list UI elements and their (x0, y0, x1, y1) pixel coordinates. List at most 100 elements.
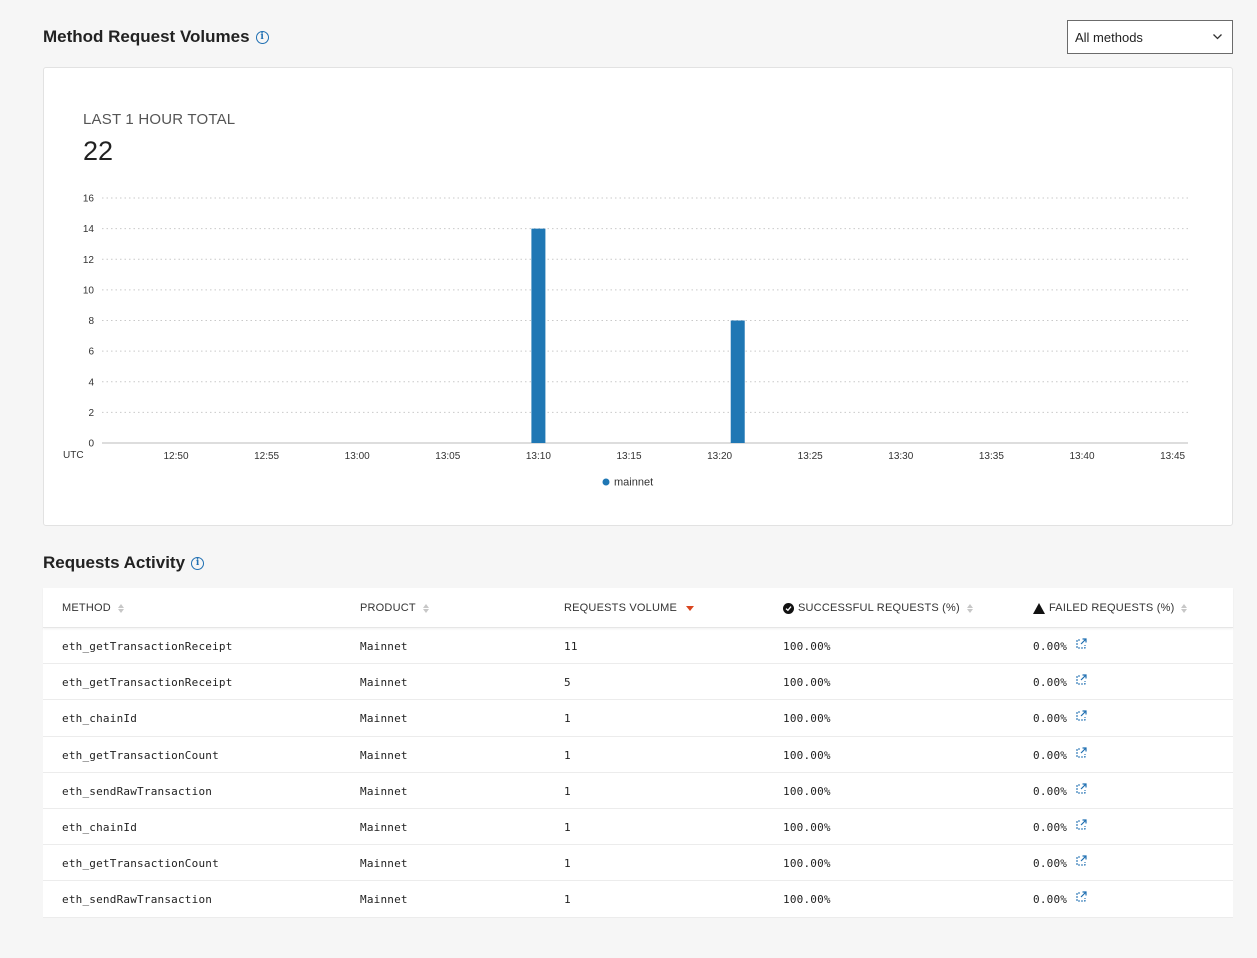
y-tick-label: 12 (83, 255, 95, 266)
method-cell: eth_getTransactionCount (62, 748, 219, 762)
column-header-method[interactable]: METHOD (62, 602, 124, 614)
column-label: FAILED REQUESTS (%) (1049, 602, 1175, 614)
external-link-icon[interactable] (1075, 783, 1087, 795)
column-label: SUCCESSFUL REQUESTS (%) (798, 602, 960, 614)
bar (730, 320, 745, 443)
failed-cell: 0.00% (1033, 784, 1068, 798)
volume-cell: 11 (564, 640, 578, 653)
table-header: METHOD PRODUCT REQUESTS VOLUME SUCCESSFU… (43, 588, 1233, 628)
column-header-success[interactable]: SUCCESSFUL REQUESTS (%) (783, 602, 973, 614)
product-cell: Mainnet (360, 712, 408, 726)
method-cell: eth_getTransactionCount (62, 857, 219, 871)
product-cell: Mainnet (360, 857, 408, 871)
requests-table: METHOD PRODUCT REQUESTS VOLUME SUCCESSFU… (43, 588, 1233, 918)
table-row[interactable]: eth_sendRawTransaction Mainnet 1 100.00% 0.0… (43, 881, 1233, 918)
method-cell: eth_chainId (62, 820, 138, 834)
volume-cell: 1 (564, 712, 571, 726)
methods-filter-value: All methods (1075, 29, 1143, 45)
product-cell: Mainnet (360, 676, 408, 690)
x-tick-label: 13:40 (1069, 451, 1094, 462)
failed-cell: 0.00% (1033, 712, 1068, 726)
failed-cell: 0.00% (1033, 640, 1068, 653)
success-cell: 100.00% (783, 784, 831, 798)
success-cell: 100.00% (783, 676, 831, 690)
column-header-product[interactable]: PRODUCT (360, 602, 429, 614)
volume-cell: 1 (564, 857, 571, 871)
success-cell: 100.00% (783, 857, 831, 871)
column-header-failed[interactable]: FAILED REQUESTS (%) (1033, 602, 1188, 614)
column-label: REQUESTS VOLUME (564, 602, 678, 614)
y-tick-label: 16 (83, 194, 95, 205)
volumes-title-text: Method Request Volumes (43, 27, 250, 46)
external-link-icon[interactable] (1075, 819, 1087, 831)
external-link-icon[interactable] (1075, 891, 1087, 903)
chevron-down-icon (1213, 34, 1222, 40)
product-cell: Mainnet (360, 748, 408, 762)
x-tick-label: 13:35 (979, 451, 1004, 462)
volume-cell: 1 (564, 748, 571, 762)
table-row[interactable]: eth_getTransactionCount Mainnet 1 100.00% 0.… (43, 845, 1233, 882)
volume-cell: 1 (564, 784, 571, 798)
table-row[interactable]: eth_getTransactionReceipt Mainnet 11 100.00… (43, 628, 1233, 665)
x-tick-label: 13:20 (707, 451, 732, 462)
success-cell: 100.00% (783, 748, 831, 762)
warning-icon (1033, 602, 1045, 614)
table-row[interactable]: eth_getTransactionReceipt Mainnet 5 100.00%… (43, 664, 1233, 701)
bar (531, 228, 546, 443)
x-tick-label: 13:05 (435, 451, 460, 462)
volume-chart: 0 2 4 6 8 10 12 14 16 UTC 12:50 12:55 13:00 13:05 13:1… (63, 194, 1188, 489)
sort-icon (117, 603, 124, 613)
table-row[interactable]: eth_sendRawTransaction Mainnet 1 100.00% 0.0… (43, 773, 1233, 809)
success-cell: 100.00% (783, 893, 831, 907)
column-header-volume[interactable]: REQUESTS VOLUME (564, 602, 695, 614)
info-icon[interactable]: i (191, 556, 205, 570)
external-link-icon[interactable] (1075, 638, 1087, 650)
sort-icon (1181, 603, 1188, 613)
y-tick-label: 6 (88, 347, 94, 358)
success-cell: 100.00% (783, 820, 831, 834)
x-axis-label: UTC (63, 450, 84, 461)
activity-title: Requests Activity i (43, 553, 205, 573)
external-link-icon[interactable] (1075, 710, 1087, 722)
success-cell: 100.00% (783, 640, 831, 653)
volume-cell: 1 (564, 893, 571, 907)
x-tick-label: 13:10 (526, 451, 551, 462)
y-tick-label: 0 (88, 439, 94, 450)
failed-cell: 0.00% (1033, 857, 1068, 871)
product-cell: Mainnet (360, 784, 408, 798)
table-body: eth_getTransactionReceipt Mainnet 11 100.00… (43, 628, 1233, 918)
info-icon[interactable]: i (255, 30, 269, 44)
x-tick-label: 13:45 (1160, 451, 1185, 462)
sort-icon (422, 603, 429, 613)
table-row[interactable]: eth_chainId Mainnet 1 100.00% 0.00% (43, 700, 1233, 737)
product-cell: Mainnet (360, 640, 408, 653)
failed-cell: 0.00% (1033, 820, 1068, 834)
method-cell: eth_getTransactionReceipt (62, 676, 233, 690)
x-tick-label: 12:50 (163, 451, 188, 462)
external-link-icon[interactable] (1075, 746, 1087, 759)
table-row[interactable]: eth_getTransactionCount Mainnet 1 100.00% 0.… (43, 737, 1233, 773)
volume-cell: 5 (564, 676, 571, 690)
table-row[interactable]: eth_chainId Mainnet 1 100.00% 0.00% (43, 809, 1233, 846)
success-cell: 100.00% (783, 712, 831, 726)
y-tick-label: 8 (88, 316, 94, 327)
legend-marker (602, 478, 610, 486)
product-cell: Mainnet (360, 820, 408, 834)
external-link-icon[interactable] (1075, 855, 1087, 867)
activity-title-text: Requests Activity (43, 553, 186, 572)
sort-desc-icon (686, 605, 695, 611)
volume-chart-card: LAST 1 HOUR TOTAL 22 0 2 4 6 8 10 12 14 16 UTC 12:… (43, 67, 1233, 526)
method-cell: eth_sendRawTransaction (62, 893, 213, 907)
check-circle-icon (783, 602, 794, 614)
legend-label: mainnet (614, 477, 653, 489)
external-link-icon[interactable] (1075, 674, 1087, 686)
failed-cell: 0.00% (1033, 676, 1068, 690)
y-tick-label: 2 (88, 408, 94, 419)
x-tick-label: 13:25 (798, 451, 823, 462)
methods-filter-select[interactable]: All methods (1067, 20, 1233, 54)
x-tick-label: 13:00 (345, 451, 370, 462)
sort-icon (966, 603, 973, 613)
x-tick-label: 13:15 (616, 451, 641, 462)
method-cell: eth_getTransactionReceipt (62, 640, 233, 653)
column-label: PRODUCT (360, 602, 416, 614)
